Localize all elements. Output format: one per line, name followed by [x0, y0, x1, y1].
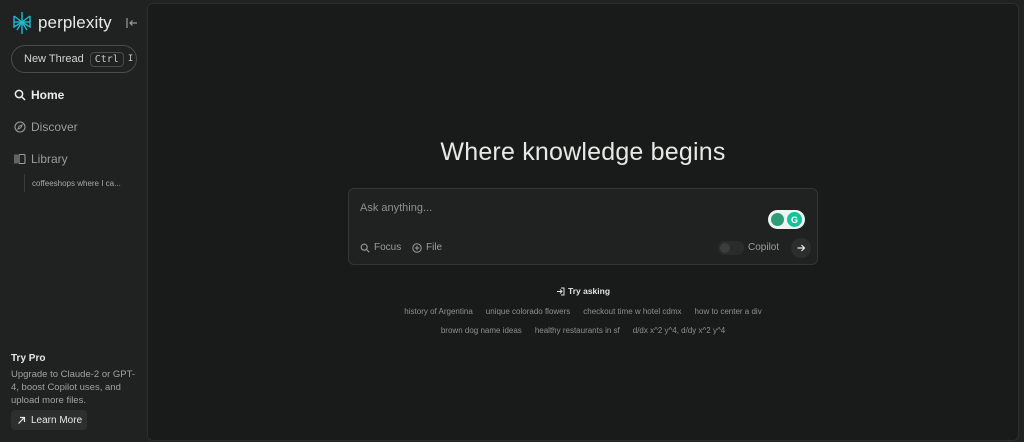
- search-icon: [14, 89, 26, 101]
- collapse-icon: [126, 18, 137, 28]
- suggestion-item[interactable]: brown dog name ideas: [441, 326, 522, 335]
- shortcut-key: Ctrl: [89, 51, 124, 67]
- grammarly-widget[interactable]: G: [768, 210, 805, 229]
- try-pro-description: Upgrade to Claude-2 or GPT-4, boost Copi…: [11, 369, 136, 406]
- sidebar-item-discover[interactable]: Discover: [14, 118, 78, 136]
- file-button[interactable]: File: [412, 242, 442, 253]
- login-arrow-icon: [556, 287, 565, 295]
- shortcut-extra: I: [127, 54, 134, 64]
- library-thread-item[interactable]: coffeeshops where I ca...: [24, 174, 134, 192]
- perplexity-logo-icon: [13, 12, 31, 34]
- send-button[interactable]: [791, 238, 811, 258]
- suggestion-item[interactable]: history of Argentina: [404, 307, 472, 316]
- new-thread-label: New Thread: [24, 53, 84, 65]
- suggestions-row: brown dog name ideas healthy restaurants…: [148, 326, 1018, 335]
- arrow-right-icon: [797, 244, 806, 252]
- try-pro-title: Try Pro: [11, 353, 46, 364]
- learn-more-button[interactable]: Learn More: [11, 410, 87, 430]
- bulb-icon: [771, 213, 784, 226]
- file-label: File: [426, 242, 443, 253]
- search-icon: [360, 243, 370, 253]
- main-panel: Where knowledge begins Ask anything... G…: [147, 3, 1019, 441]
- toggle-knob: [720, 243, 730, 253]
- compass-icon: [14, 121, 26, 133]
- library-icon: [14, 153, 26, 165]
- collapse-sidebar-button[interactable]: [126, 16, 140, 30]
- sidebar-item-label: Discover: [31, 120, 78, 134]
- new-thread-button[interactable]: New Thread Ctrl I: [11, 45, 137, 73]
- logo[interactable]: perplexity: [12, 10, 112, 36]
- page-title: Where knowledge begins: [440, 138, 726, 166]
- ask-input[interactable]: Ask anything...: [360, 202, 432, 214]
- suggestion-item[interactable]: unique colorado flowers: [486, 307, 571, 316]
- learn-more-label: Learn More: [31, 414, 83, 426]
- suggestions-row: history of Argentina unique colorado flo…: [148, 307, 1018, 316]
- grammarly-icon: G: [787, 212, 802, 227]
- scrollbar[interactable]: [1019, 3, 1024, 441]
- ask-box[interactable]: Ask anything... G Focus File Copilot: [348, 188, 818, 265]
- suggestion-item[interactable]: how to center a div: [695, 307, 762, 316]
- sidebar: perplexity New Thread Ctrl I Home Discov…: [0, 0, 147, 442]
- try-asking-label: Try asking: [567, 286, 611, 296]
- arrow-up-right-icon: [18, 416, 26, 424]
- copilot-toggle[interactable]: [718, 241, 744, 255]
- focus-button[interactable]: Focus: [360, 242, 401, 253]
- suggestion-item[interactable]: d/dx x^2 y^4, d/dy x^2 y^4: [633, 326, 725, 335]
- sidebar-item-home[interactable]: Home: [14, 86, 64, 104]
- sidebar-item-library[interactable]: Library: [14, 150, 68, 168]
- try-asking-heading: Try asking: [148, 286, 1018, 296]
- suggestion-item[interactable]: checkout time w hotel cdmx: [583, 307, 681, 316]
- copilot-label: Copilot: [748, 242, 780, 253]
- plus-circle-icon: [412, 242, 422, 253]
- logo-text: perplexity: [38, 13, 112, 32]
- focus-label: Focus: [374, 242, 402, 253]
- sidebar-item-label: Home: [31, 88, 65, 102]
- sidebar-item-label: Library: [31, 152, 68, 166]
- suggestion-item[interactable]: healthy restaurants in sf: [535, 326, 620, 335]
